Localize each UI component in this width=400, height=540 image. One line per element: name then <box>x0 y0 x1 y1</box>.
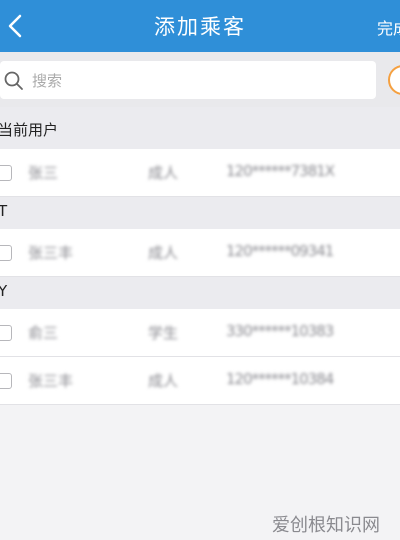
passenger-id: 120******7381X <box>226 162 335 180</box>
watermark-text: 爱创根知识网 <box>272 515 380 536</box>
add-circle-icon[interactable] <box>388 65 400 95</box>
search-box[interactable] <box>0 61 376 99</box>
done-button[interactable]: 完成 <box>377 15 400 39</box>
search-input[interactable] <box>30 68 364 94</box>
search-icon <box>4 71 23 90</box>
passenger-row[interactable]: 张三丰 成人 120******10384 <box>0 357 400 405</box>
page-title: 添加乘客 <box>154 15 246 39</box>
passenger-row[interactable]: 张三丰 成人 120******09341 <box>0 229 400 277</box>
passenger-id: 120******09341 <box>226 242 334 260</box>
passenger-id: 330******10383 <box>226 322 334 340</box>
passenger-checkbox[interactable] <box>0 325 12 341</box>
passenger-row[interactable]: 俞三 学生 330******10383 <box>0 309 400 357</box>
passenger-name: 张三丰 <box>28 244 74 262</box>
passenger-type: 成人 <box>148 164 179 182</box>
section-header: Y <box>0 277 400 309</box>
passenger-name: 张三丰 <box>28 372 74 390</box>
section-header-label: 当前用户 <box>0 121 59 139</box>
passenger-row[interactable]: 张三 成人 120******7381X <box>0 149 400 197</box>
passenger-id: 120******10384 <box>226 370 334 388</box>
passenger-type: 成人 <box>148 244 179 262</box>
nav-bar: 添加乘客 完成 <box>0 0 400 52</box>
passenger-checkbox[interactable] <box>0 373 12 389</box>
passenger-checkbox[interactable] <box>0 245 12 261</box>
section-header-label: Y <box>0 282 8 300</box>
passenger-name: 张三 <box>28 164 59 182</box>
passenger-checkbox[interactable] <box>0 165 12 181</box>
passenger-type: 成人 <box>148 372 179 390</box>
search-bar <box>0 52 400 107</box>
section-header: 当前用户 <box>0 107 400 149</box>
passenger-name: 俞三 <box>28 324 59 342</box>
passenger-type: 学生 <box>148 324 179 342</box>
section-header-label: T <box>0 202 8 220</box>
section-header: T <box>0 197 400 229</box>
